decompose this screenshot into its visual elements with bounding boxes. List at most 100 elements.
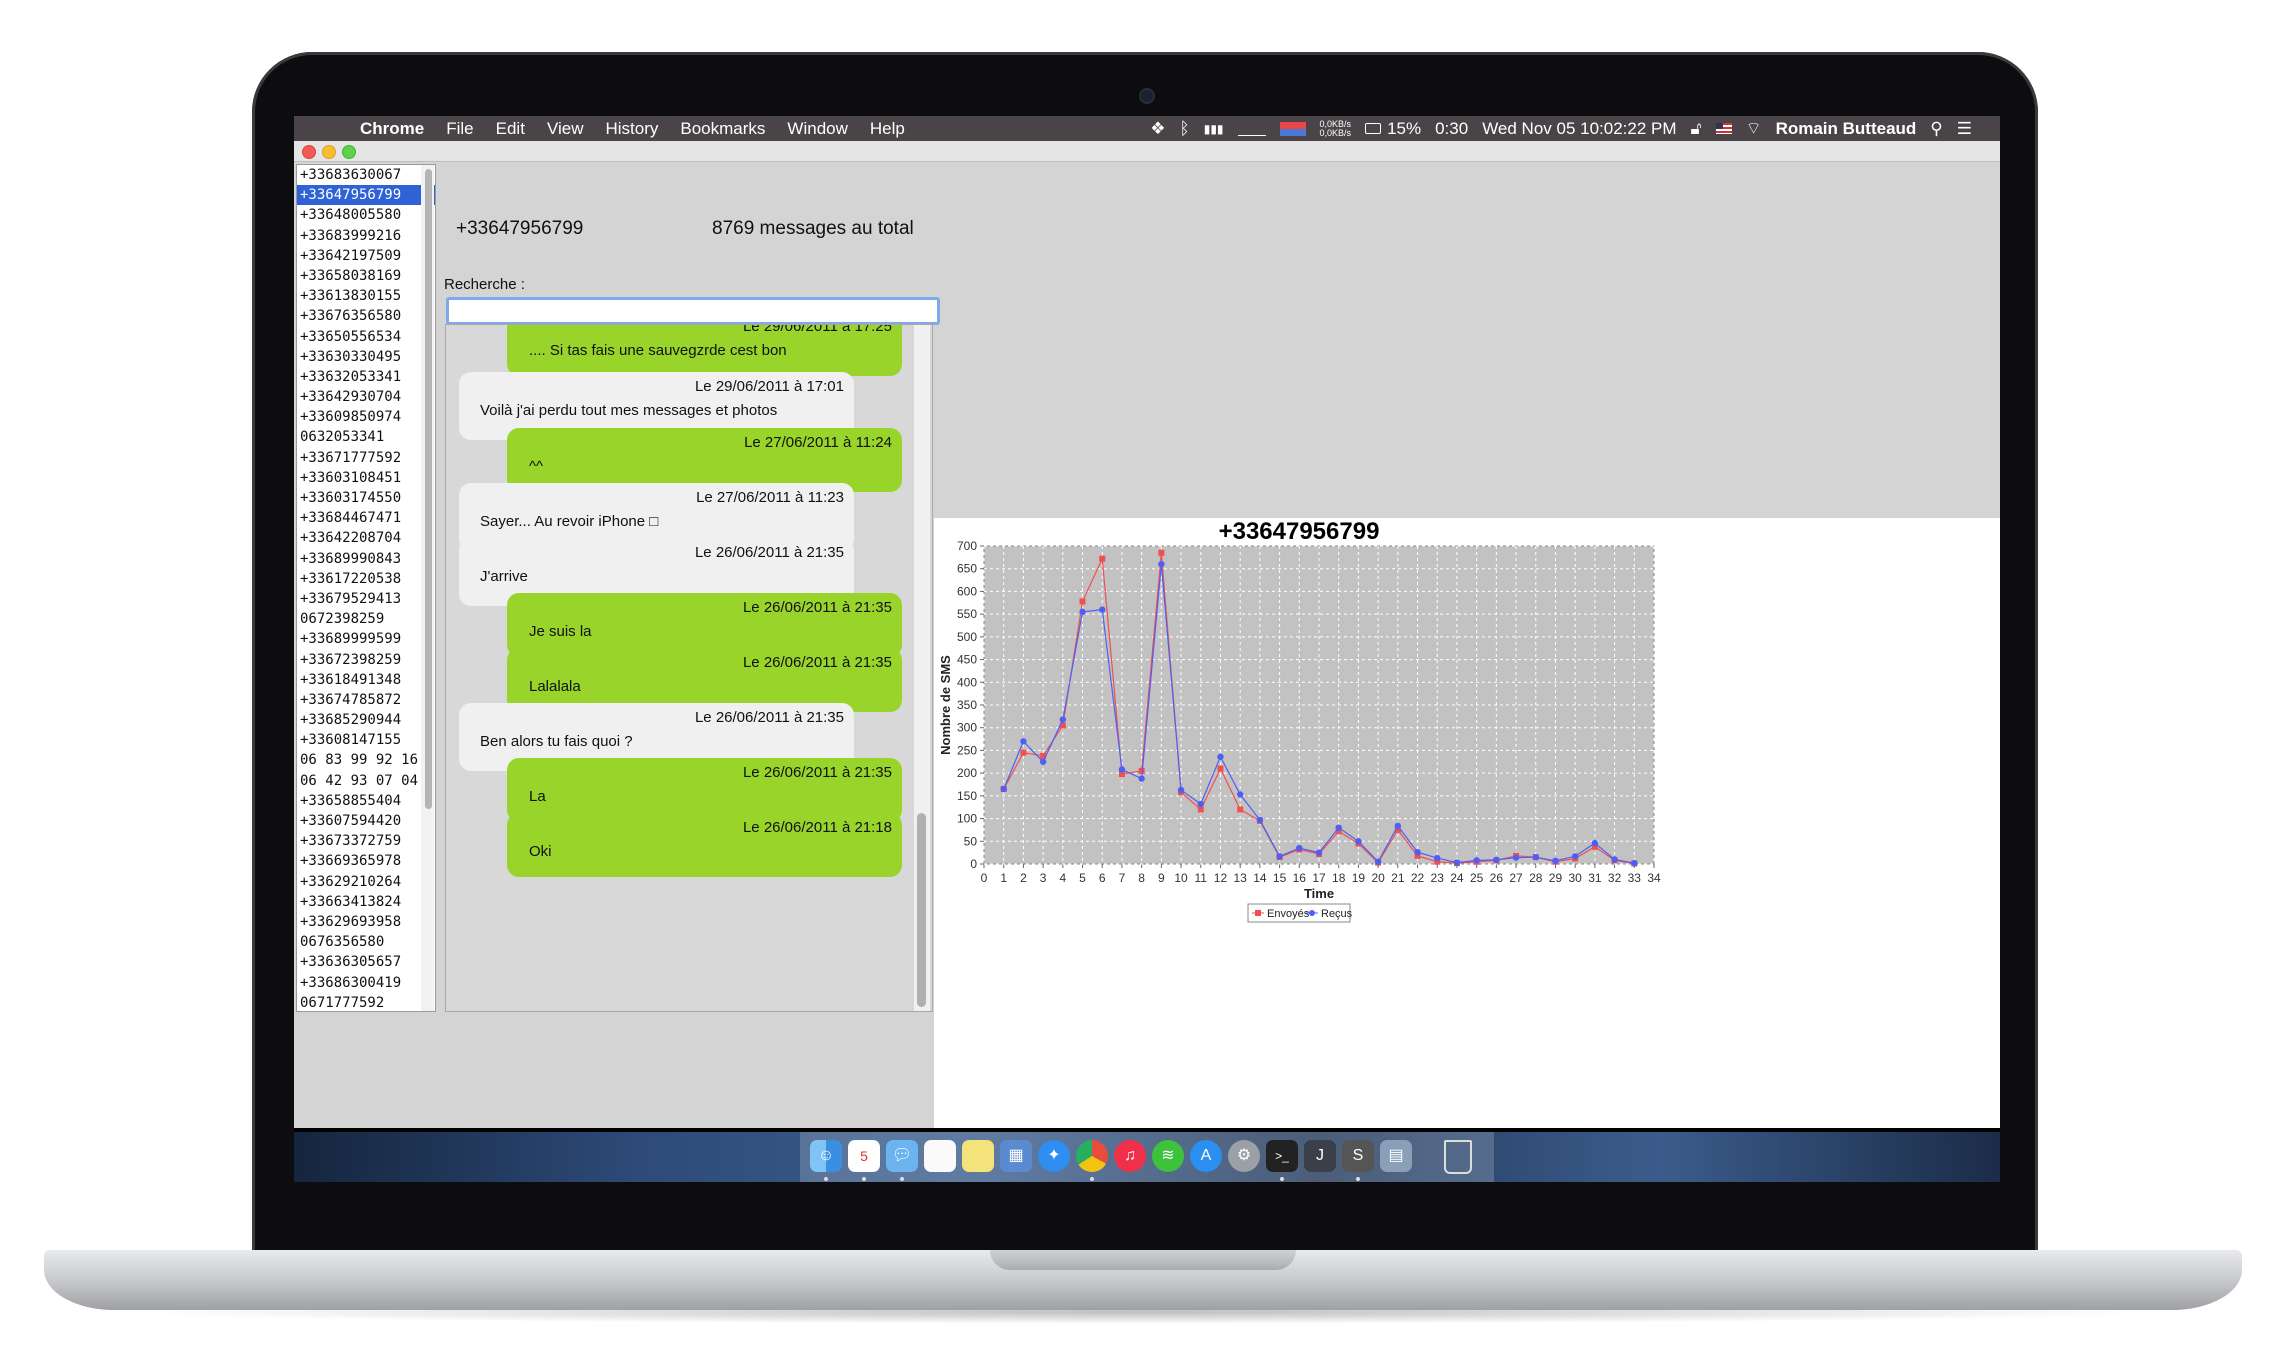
- clock[interactable]: Wed Nov 05 10:02:22 PM: [1482, 119, 1676, 139]
- search-input[interactable]: [446, 297, 940, 325]
- contact-item[interactable]: +33630330495: [297, 347, 435, 367]
- contact-item[interactable]: 0632053341: [297, 427, 435, 447]
- contact-scroll-thumb[interactable]: [425, 169, 432, 809]
- conversation-panel[interactable]: Le 29/06/2011 à 17:25 .... Si tas fais un…: [445, 324, 933, 1012]
- contact-item[interactable]: 06 42 93 07 04: [297, 771, 435, 791]
- contact-item[interactable]: +33642197509: [297, 246, 435, 266]
- x-tick-label: 31: [1588, 871, 1602, 885]
- notes-icon[interactable]: [924, 1140, 956, 1172]
- contact-item[interactable]: +33629693958: [297, 912, 435, 932]
- finder-icon[interactable]: ☺: [810, 1140, 842, 1172]
- spotify-icon[interactable]: ≋: [1152, 1140, 1184, 1172]
- contact-list[interactable]: +33683630067 +33647956799 +33648005580 +336…: [296, 164, 436, 1012]
- contact-item[interactable]: +33684467471: [297, 508, 435, 528]
- menu-edit[interactable]: Edit: [496, 119, 525, 139]
- app-store-icon[interactable]: A: [1190, 1140, 1222, 1172]
- battery-icon[interactable]: [1365, 123, 1382, 134]
- messages-icon[interactable]: 💬︎: [886, 1140, 918, 1172]
- contact-item[interactable]: +33607594420: [297, 811, 435, 831]
- chrome-icon[interactable]: [1076, 1140, 1108, 1172]
- system-monitor-icon[interactable]: ▮▮▮: [1204, 122, 1224, 136]
- contact-item[interactable]: +33618491348: [297, 670, 435, 690]
- stickies-icon[interactable]: [962, 1140, 994, 1172]
- dock: ☺ 5 💬︎ ▦ ✦ ♫ ≋ A ⚙ >_ J S ▤: [294, 1132, 2000, 1182]
- contact-item[interactable]: +33672398259: [297, 650, 435, 670]
- sublime-icon[interactable]: S: [1342, 1140, 1374, 1172]
- contact-item[interactable]: +33689990843: [297, 549, 435, 569]
- menu-window[interactable]: Window: [787, 119, 847, 139]
- contact-item[interactable]: 06 83 99 92 16: [297, 750, 435, 770]
- contact-item[interactable]: +33632053341: [297, 367, 435, 387]
- contact-item[interactable]: +33648005580: [297, 205, 435, 225]
- battery-time: 0:30: [1435, 118, 1469, 138]
- x-tick-label: 24: [1450, 871, 1464, 885]
- contact-item[interactable]: +33608147155: [297, 730, 435, 750]
- contact-item[interactable]: +33683999216: [297, 226, 435, 246]
- zoom-button[interactable]: [342, 145, 356, 159]
- contact-item[interactable]: +33603108451: [297, 468, 435, 488]
- contact-item[interactable]: +33642208704: [297, 528, 435, 548]
- contact-item[interactable]: +33647956799: [297, 185, 435, 206]
- conversation-scroll-thumb[interactable]: [917, 813, 926, 1007]
- sent-message[interactable]: Le 29/06/2011 à 17:25 .... Si tas fais un…: [507, 325, 902, 376]
- data-point: [1000, 785, 1007, 793]
- contact-item[interactable]: +33650556534: [297, 327, 435, 347]
- ide-icon[interactable]: J: [1304, 1140, 1336, 1172]
- wifi-icon[interactable]: ⌔: [1746, 118, 1762, 139]
- y-tick-label: 150: [957, 789, 977, 803]
- contact-item[interactable]: +33636305657: [297, 952, 435, 972]
- contact-item[interactable]: +33658038169: [297, 266, 435, 286]
- contact-item[interactable]: +33663413824: [297, 892, 435, 912]
- dropbox-icon[interactable]: ❖: [1150, 119, 1165, 139]
- contact-item[interactable]: 0672398259: [297, 609, 435, 629]
- close-button[interactable]: [302, 145, 316, 159]
- cpu-graph-icon[interactable]: [1237, 121, 1266, 136]
- trash-icon[interactable]: [1444, 1140, 1472, 1174]
- menu-file[interactable]: File: [446, 119, 473, 139]
- music-icon[interactable]: ♫: [1114, 1140, 1146, 1172]
- user-name[interactable]: Romain Butteaud: [1776, 119, 1917, 139]
- search-label: Recherche :: [444, 276, 525, 293]
- menu-history[interactable]: History: [605, 119, 658, 139]
- contact-item[interactable]: +33686300419: [297, 973, 435, 993]
- contact-item[interactable]: +33671777592: [297, 448, 435, 468]
- x-tick-label: 6: [1099, 871, 1106, 885]
- network-graph-icon[interactable]: [1279, 121, 1306, 136]
- terminal-icon[interactable]: >_: [1266, 1140, 1298, 1172]
- bluetooth-icon[interactable]: ᛒ: [1180, 119, 1190, 139]
- sent-message[interactable]: Le 26/06/2011 à 21:18 Oki: [507, 813, 902, 877]
- preview-icon[interactable]: ▦: [1000, 1140, 1032, 1172]
- contact-item[interactable]: +33673372759: [297, 831, 435, 851]
- contact-item[interactable]: +33685290944: [297, 710, 435, 730]
- contact-item[interactable]: 0676356580: [297, 932, 435, 952]
- contact-item[interactable]: +33683630067: [297, 165, 435, 185]
- contact-item[interactable]: +33676356580: [297, 306, 435, 326]
- contact-item[interactable]: +33609850974: [297, 407, 435, 427]
- search-icon[interactable]: ⚲: [1930, 119, 1942, 139]
- menu-app-name[interactable]: Chrome: [360, 119, 424, 139]
- contact-item[interactable]: +33658855404: [297, 791, 435, 811]
- menu-bookmarks[interactable]: Bookmarks: [680, 119, 765, 139]
- data-point: [1631, 859, 1638, 867]
- data-point: [1453, 859, 1461, 866]
- utility-icon[interactable]: ▤: [1380, 1140, 1412, 1172]
- notification-icon[interactable]: ☰: [1957, 119, 1972, 139]
- contact-item[interactable]: +33669365978: [297, 851, 435, 871]
- contact-item[interactable]: +33629210264: [297, 872, 435, 892]
- contact-item[interactable]: +33642930704: [297, 387, 435, 407]
- contact-item[interactable]: +33603174550: [297, 488, 435, 508]
- minimize-button[interactable]: [322, 145, 336, 159]
- system-preferences-icon[interactable]: ⚙: [1228, 1140, 1260, 1172]
- contact-item[interactable]: +33689999599: [297, 629, 435, 649]
- menu-help[interactable]: Help: [870, 119, 905, 139]
- menu-view[interactable]: View: [547, 119, 584, 139]
- flag-icon[interactable]: [1715, 123, 1732, 134]
- lock-icon[interactable]: 🔓︎: [1691, 119, 1702, 139]
- contact-item[interactable]: 0671777592: [297, 993, 435, 1011]
- safari-icon[interactable]: ✦: [1038, 1140, 1070, 1172]
- contact-item[interactable]: +33674785872: [297, 690, 435, 710]
- contact-item[interactable]: +33617220538: [297, 569, 435, 589]
- contact-item[interactable]: +33613830155: [297, 286, 435, 306]
- calendar-icon[interactable]: 5: [848, 1140, 880, 1172]
- contact-item[interactable]: +33679529413: [297, 589, 435, 609]
